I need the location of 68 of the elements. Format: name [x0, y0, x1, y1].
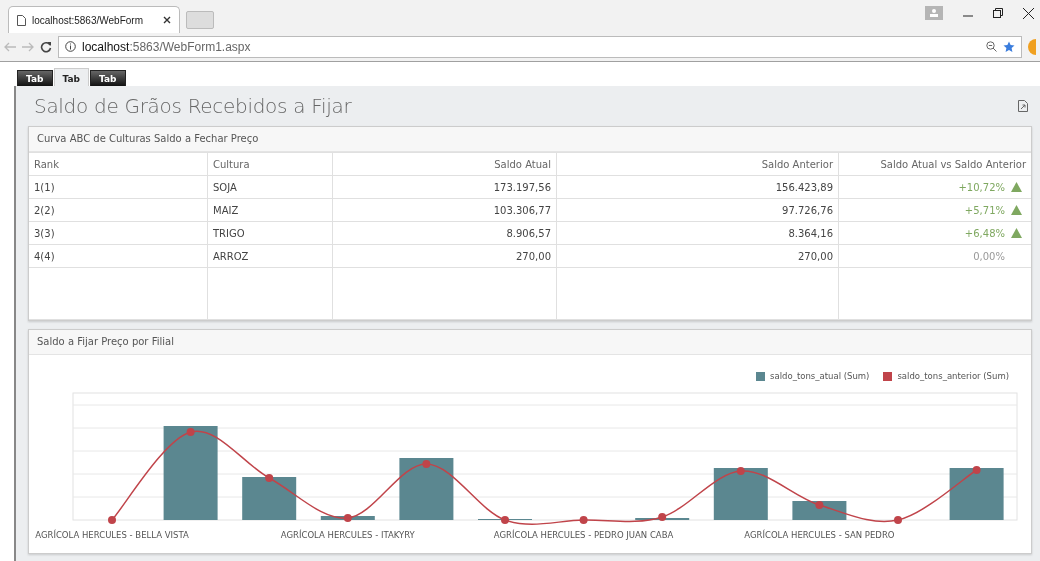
zoom-out-icon[interactable] [986, 41, 997, 52]
up-triangle-icon [1011, 205, 1022, 215]
table-cell: 8.906,57 [332, 221, 557, 245]
chart-point [501, 516, 509, 524]
table-cell: SOJA [207, 175, 333, 199]
address-field[interactable]: localhost:5863/WebForm1.aspx [58, 35, 1022, 58]
table-cell: 156.423,89 [556, 175, 839, 199]
table-cell: 103.306,77 [332, 198, 557, 222]
restore-icon[interactable] [993, 8, 1003, 18]
table-cell: 4(4) [29, 244, 208, 268]
close-icon[interactable] [1023, 7, 1034, 19]
chart-point [108, 516, 116, 524]
export-icon[interactable] [1018, 100, 1028, 112]
star-icon[interactable] [1003, 40, 1015, 53]
table-cell: 173.197,56 [332, 175, 557, 199]
chart-point [265, 474, 274, 482]
chart-bar [792, 501, 847, 520]
chart-point [579, 516, 588, 524]
chart-point [736, 467, 745, 475]
table-cell: 1(1) [29, 175, 208, 199]
close-icon[interactable] [163, 16, 171, 24]
axis-label: AGRÍCOLA HERCULES - ITAKYRY [280, 530, 415, 540]
column-header: Saldo Atual vs Saldo Anterior [838, 152, 1031, 176]
axis-label: AGRÍCOLA HERCULES - PEDRO JUAN CABA [493, 530, 674, 540]
column-header: Rank [29, 152, 208, 176]
chart-point [972, 466, 981, 474]
percent-change: +6,48% [964, 227, 1005, 239]
reload-icon[interactable] [40, 40, 52, 53]
chart-bar [949, 468, 1004, 520]
axis-label: AGRÍCOLA HERCULES - SAN PEDRO [744, 530, 895, 540]
page-icon [17, 14, 26, 26]
page-title: Saldo de Grãos Recebidos a Fijar [34, 94, 352, 118]
percent-change: 0,00% [973, 250, 1005, 262]
tab[interactable]: Tab [53, 68, 89, 86]
chart-bar [399, 458, 454, 520]
chart-point [894, 516, 902, 524]
table-cell: TRIGO [207, 221, 333, 245]
up-triangle-icon [1011, 228, 1022, 238]
column-header: Saldo Atual [332, 152, 557, 176]
chart-point [186, 428, 195, 436]
table-cell: 97.726,76 [556, 198, 839, 222]
up-triangle-icon [1011, 182, 1022, 192]
legend-label: saldo_tons_atual (Sum) [770, 371, 870, 381]
percent-change: +10,72% [958, 181, 1005, 193]
tab[interactable]: Tab [90, 70, 126, 86]
info-icon [65, 41, 76, 52]
tab[interactable]: Tab [17, 70, 53, 86]
axis-label: AGRÍCOLA HERCULES - BELLA VISTA [35, 530, 189, 540]
chart-point [658, 513, 667, 521]
chart-bar [713, 468, 768, 520]
chart-point [815, 501, 824, 509]
card-title: Curva ABC de Culturas Saldo a Fechar Preço [29, 127, 1031, 152]
column-header: Cultura [207, 152, 333, 176]
browser-tab[interactable]: localhost:5863/WebForm [8, 6, 180, 33]
table-cell: 3(3) [29, 221, 208, 245]
chart-point [422, 460, 431, 468]
table-cell: ARROZ [207, 244, 333, 268]
legend-label: saldo_tons_anterior (Sum) [897, 371, 1009, 381]
chart-point [343, 514, 352, 522]
table-cell: 270,00 [556, 244, 839, 268]
chart-bar [242, 477, 297, 520]
table-cell: 2(2) [29, 198, 208, 222]
table-cell: 270,00 [332, 244, 557, 268]
card-title: Saldo a Fijar Preço por Filial [29, 330, 1031, 355]
column-header: Saldo Anterior [556, 152, 839, 176]
table-cell: 8.364,16 [556, 221, 839, 245]
table-cell: MAIZ [207, 198, 333, 222]
percent-change: +5,71% [964, 204, 1005, 216]
